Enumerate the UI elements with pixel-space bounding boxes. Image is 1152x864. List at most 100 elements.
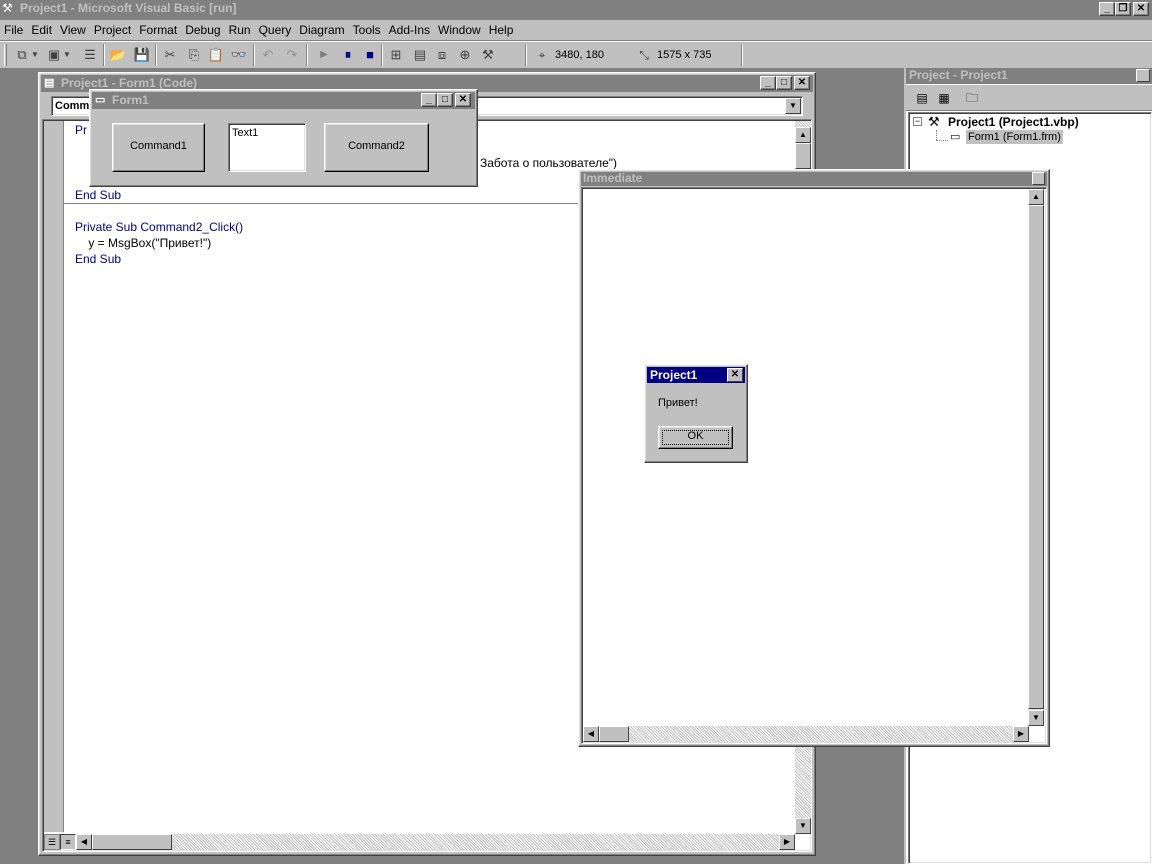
vb-app-icon: ⚒ [2, 1, 13, 15]
scroll-right-icon[interactable]: ▶ [1013, 726, 1029, 742]
project-root-node[interactable]: Project1 (Project1.vbp) [948, 115, 1079, 129]
main-title-text: Project1 - Microsoft Visual Basic [run] [20, 1, 237, 15]
form-node[interactable]: Form1 (Form1.frm) [966, 130, 1063, 144]
restore-button[interactable]: ❐ [1115, 2, 1131, 16]
text1-value: Text1 [232, 127, 259, 139]
menu-tools[interactable]: Tools [349, 23, 385, 37]
code-minimize-button[interactable]: _ [760, 76, 776, 90]
end-icon[interactable]: ■ [360, 44, 380, 66]
cut-icon[interactable]: ✂ [160, 44, 180, 66]
msgbox-title: Project1 [650, 368, 698, 382]
form1-close-button[interactable]: ✕ [455, 93, 471, 107]
text1-textbox[interactable]: Text1 [228, 123, 306, 172]
add-project-icon[interactable]: ⧉ [12, 44, 32, 66]
copy-icon[interactable]: ⎘ [184, 44, 204, 66]
form-layout-icon[interactable]: ⧈ [432, 44, 452, 66]
scroll-right-icon[interactable]: ▶ [779, 834, 795, 850]
view-code-icon[interactable]: ▤ [912, 88, 932, 108]
toolbar-separator [155, 44, 157, 66]
scroll-left-icon[interactable]: ◀ [76, 834, 92, 850]
menu-project[interactable]: Project [90, 23, 135, 37]
minimize-button[interactable]: _ [1099, 2, 1115, 16]
immediate-vscroll-thumb[interactable] [1028, 205, 1044, 709]
close-button[interactable]: ✕ [1133, 2, 1149, 16]
form1-maximize-button[interactable]: □ [437, 93, 453, 107]
menu-add-ins[interactable]: Add-Ins [385, 23, 434, 37]
scroll-down-icon[interactable]: ▼ [1028, 710, 1044, 726]
tree-collapse-icon[interactable]: − [913, 117, 922, 126]
menu-edit[interactable]: Edit [27, 23, 56, 37]
msgbox-close-icon[interactable]: ✕ [727, 368, 743, 382]
form1-minimize-button[interactable]: _ [421, 93, 437, 107]
size-icon: ⤡ [639, 48, 649, 62]
properties-window-icon[interactable]: ▤ [410, 44, 430, 66]
code-maximize-button[interactable]: □ [776, 76, 792, 90]
menu-query[interactable]: Query [255, 23, 296, 37]
menu-help[interactable]: Help [485, 23, 518, 37]
add-form-icon[interactable]: ▣ [44, 44, 64, 66]
project-node-icon: ⚒ [928, 114, 940, 129]
object-browser-icon[interactable]: ⊕ [455, 44, 475, 66]
start-icon[interactable]: ▶ [314, 44, 334, 66]
menu-window[interactable]: Window [434, 23, 485, 37]
menu-view[interactable]: View [56, 23, 90, 37]
project-explorer-toolbar: ▤ ▦ 🗀 [906, 85, 1152, 111]
main-title-bar: ⚒ Project1 - Microsoft Visual Basic [run… [0, 0, 1152, 18]
form-node-icon: ▭ [950, 131, 961, 143]
full-module-view-icon[interactable]: ≡ [60, 834, 76, 850]
dropdown-arrow-icon[interactable]: ▼ [30, 44, 40, 66]
paste-icon[interactable]: 📋 [206, 44, 226, 66]
msgbox-title-bar: Project1 ✕ [647, 367, 745, 383]
menu-file[interactable]: File [0, 23, 27, 37]
menu-diagram[interactable]: Diagram [295, 23, 348, 37]
view-object-icon[interactable]: ▦ [934, 88, 954, 108]
code-line-6: End Sub [75, 252, 122, 266]
scroll-up-icon[interactable]: ▲ [1028, 189, 1044, 205]
ok-button[interactable]: OK [658, 426, 733, 449]
toolbar-separator [306, 44, 308, 66]
toolbar-grip [4, 44, 7, 66]
immediate-close-icon[interactable]: ✕ [1032, 172, 1045, 185]
toolbar-separator [103, 44, 105, 66]
open-project-icon[interactable]: 📂 [108, 44, 128, 66]
procedure-combo[interactable]: ▼ [470, 96, 803, 116]
code-hscroll-thumb[interactable] [92, 834, 172, 850]
code-vscroll-thumb[interactable] [795, 143, 811, 169]
dropdown-arrow-icon[interactable]: ▼ [62, 44, 72, 66]
project-explorer-close-icon[interactable]: ✕ [1136, 69, 1150, 82]
toolbar-separator [741, 44, 743, 66]
scroll-left-icon[interactable]: ◀ [583, 726, 599, 742]
code-window-title: Project1 - Form1 (Code) [61, 76, 198, 90]
immediate-horizontal-scrollbar[interactable] [583, 726, 1028, 742]
immediate-hscroll-thumb[interactable] [599, 726, 629, 742]
code-window-icon: ▤ [44, 77, 55, 89]
menu-editor-icon[interactable]: ☰ [80, 44, 100, 66]
command1-button[interactable]: Command1 [112, 123, 205, 172]
find-icon[interactable]: 👓 [229, 44, 249, 66]
menu-run[interactable]: Run [225, 23, 255, 37]
menu-format[interactable]: Format [135, 23, 181, 37]
tree-line [936, 130, 937, 140]
scroll-down-icon[interactable]: ▼ [795, 818, 811, 834]
save-project-icon[interactable]: 💾 [132, 44, 152, 66]
procedure-view-icon[interactable]: ☰ [44, 834, 60, 850]
toolbar-separator [525, 44, 527, 66]
menu-debug[interactable]: Debug [181, 23, 224, 37]
toolbox-icon[interactable]: ⚒ [478, 44, 498, 66]
object-combo-value: Comm [55, 100, 90, 112]
chevron-down-icon[interactable]: ▼ [785, 98, 801, 114]
scroll-up-icon[interactable]: ▲ [795, 127, 811, 143]
code-horizontal-scrollbar[interactable] [76, 834, 795, 850]
code-line-5: y = MsgBox("Привет!") [75, 236, 212, 250]
undo-icon[interactable]: ↶ [258, 44, 278, 66]
toolbar-separator [253, 44, 255, 66]
command2-button[interactable]: Command2 [324, 123, 429, 172]
redo-icon[interactable]: ↷ [282, 44, 302, 66]
code-close-button[interactable]: ✕ [794, 76, 810, 90]
form1-title: Form1 [112, 93, 149, 107]
break-icon[interactable]: ⏸ [338, 44, 358, 66]
code-line-3: End Sub [75, 188, 122, 202]
toggle-folders-icon[interactable]: 🗀 [962, 88, 982, 108]
project-explorer-icon[interactable]: ⊞ [386, 44, 406, 66]
immediate-text-area[interactable] [581, 187, 1047, 744]
